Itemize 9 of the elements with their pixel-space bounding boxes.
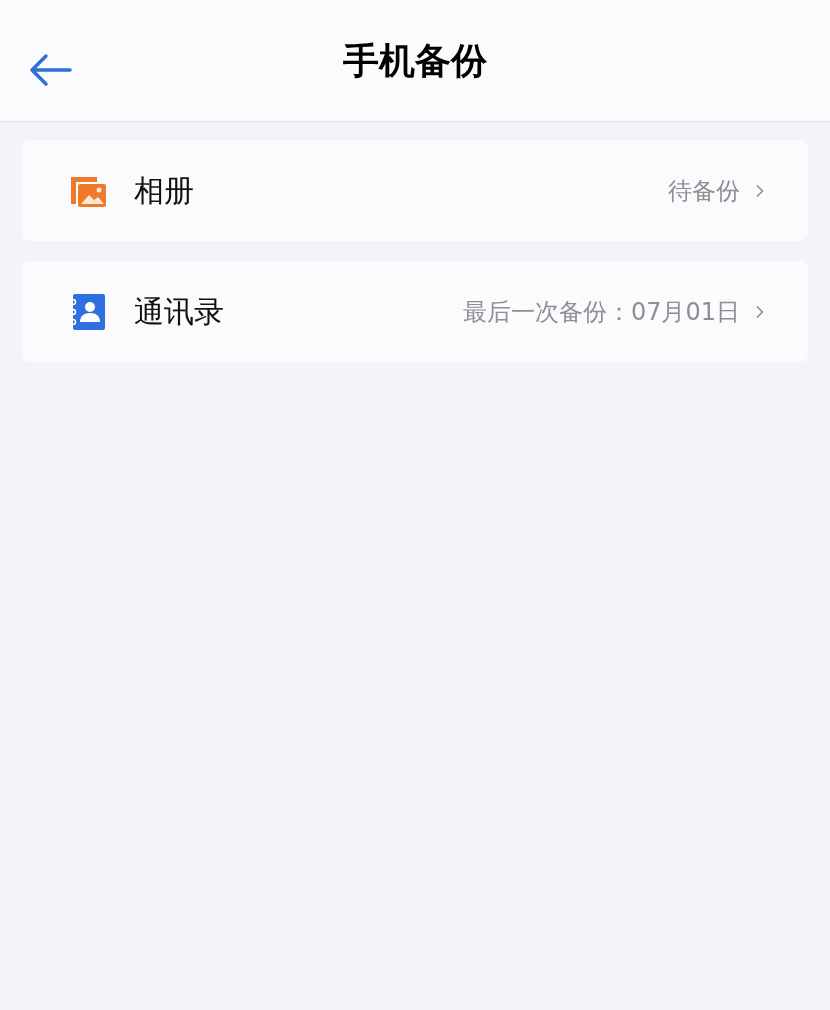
backup-item[interactable]: 通讯录 最后一次备份：07月01日: [22, 261, 808, 362]
backup-item[interactable]: 相册 待备份: [22, 140, 808, 241]
item-status: 最后一次备份：07月01日: [462, 296, 740, 328]
item-status: 待备份: [668, 175, 740, 207]
item-label: 相册: [134, 172, 194, 210]
contacts-icon: [70, 292, 106, 331]
back-arrow-icon: [28, 53, 72, 87]
page-title: 手机备份: [343, 38, 487, 83]
item-label: 通讯录: [134, 293, 224, 331]
